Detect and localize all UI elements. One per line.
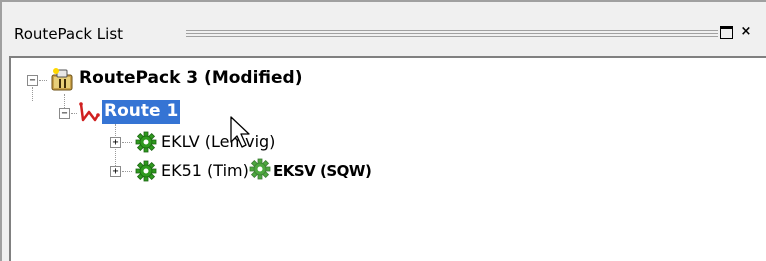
panel-border [0,0,2,261]
mouse-cursor-icon [229,116,253,156]
tree-connector [71,113,77,114]
panel-titlebar[interactable]: RoutePack List × [8,19,766,47]
tree-connector [122,171,132,172]
titlebar-grip[interactable] [186,30,718,37]
tree-connector [115,124,116,172]
maximize-icon[interactable] [720,26,733,39]
expand-waypoint-expander[interactable]: + [110,137,121,148]
routepack-node-label[interactable]: RoutePack 3 (Modified) [79,68,302,88]
routepack-folder-icon [49,66,75,96]
collapse-root-expander[interactable]: − [27,75,38,86]
panel-border [0,0,766,2]
tree-connector [122,142,132,143]
waypoint-node-label[interactable]: EKLV (Lemvig) [161,132,275,151]
waypoint-node-label[interactable]: EK51 (Tim) [161,161,249,180]
tree-connector [32,87,33,101]
waypoint-gear-icon [135,160,157,186]
collapse-route-expander[interactable]: − [59,108,70,119]
routepack-list-panel: RoutePack List × − RoutePack 3 (Modified… [0,0,766,261]
tree-connector [39,80,47,81]
waypoint-gear-icon [135,131,157,157]
tree-connector [64,94,65,108]
route-node-label[interactable]: Route 1 [102,100,181,124]
panel-title: RoutePack List [14,25,130,43]
drag-ghost-gear-icon [249,158,271,184]
routepack-tree[interactable]: − RoutePack 3 (Modified) − Route 1 + EKL… [9,56,766,261]
close-icon[interactable]: × [739,25,753,40]
route-icon [78,101,100,127]
expand-waypoint-expander[interactable]: + [110,166,121,177]
drag-ghost-label: EKSV (SQW) [273,162,372,180]
